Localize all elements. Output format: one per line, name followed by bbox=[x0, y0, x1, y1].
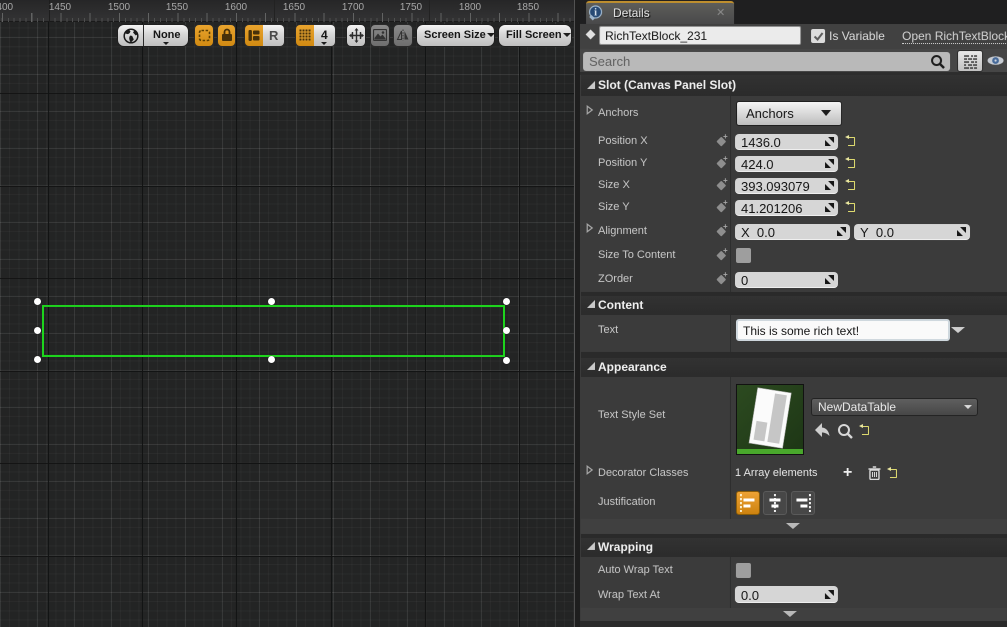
svg-text:i: i bbox=[594, 7, 597, 18]
